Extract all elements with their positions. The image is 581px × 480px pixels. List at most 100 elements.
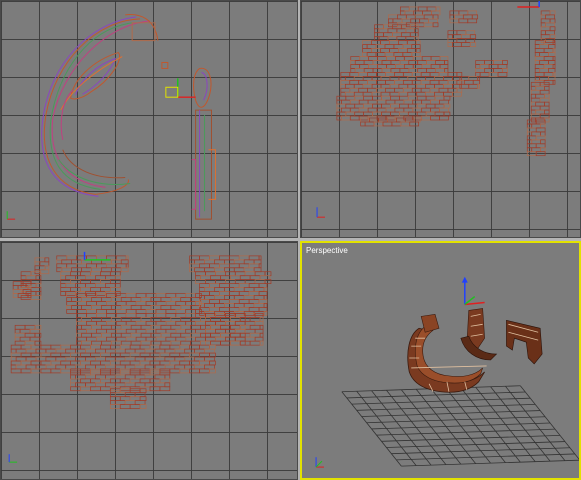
brick	[229, 340, 241, 346]
brick	[210, 275, 221, 281]
brick	[539, 68, 549, 73]
transform-gizmo-icon[interactable]	[517, 1, 540, 8]
brick	[190, 305, 201, 310]
brick	[534, 52, 541, 57]
brick	[204, 287, 215, 292]
brick	[145, 293, 157, 298]
brick	[209, 368, 216, 374]
brick	[382, 121, 393, 127]
brick	[155, 313, 167, 318]
brick	[238, 299, 250, 304]
brick	[389, 91, 400, 97]
wire-column	[191, 159, 197, 210]
brick	[85, 283, 96, 288]
brick	[215, 320, 226, 326]
brick	[539, 89, 550, 95]
brick	[109, 360, 121, 366]
brick	[389, 83, 400, 89]
brick	[425, 103, 436, 109]
brick	[160, 317, 172, 322]
brick	[159, 344, 171, 350]
transform-gizmo-icon[interactable]	[461, 276, 485, 306]
brick	[90, 271, 101, 277]
brick	[209, 283, 220, 288]
brick	[24, 340, 36, 346]
brick	[443, 103, 451, 109]
brick	[362, 48, 372, 53]
brick	[175, 328, 187, 334]
brick	[224, 287, 235, 292]
brick	[416, 103, 427, 109]
brick	[209, 344, 216, 350]
wire-curve	[58, 159, 131, 185]
brick	[61, 259, 72, 265]
brick	[540, 30, 546, 36]
brick	[402, 44, 413, 49]
brick	[91, 332, 102, 338]
brick	[185, 328, 196, 334]
brick	[349, 87, 360, 93]
brick	[399, 68, 410, 73]
brick	[96, 328, 107, 334]
brick	[70, 344, 81, 350]
brick	[263, 287, 268, 292]
viewport-left[interactable]	[0, 241, 298, 480]
brick	[204, 259, 215, 265]
brick	[180, 340, 191, 346]
brick	[60, 360, 72, 366]
brick	[204, 356, 215, 362]
brick	[164, 364, 176, 370]
brick	[70, 374, 76, 380]
brick	[224, 267, 235, 273]
brick	[170, 305, 182, 310]
brick	[429, 72, 440, 77]
brick	[552, 72, 556, 77]
brick	[199, 283, 210, 288]
brick	[435, 6, 441, 12]
brick	[25, 364, 37, 370]
brick	[29, 328, 41, 334]
brick	[414, 28, 419, 34]
brick	[228, 263, 240, 269]
brick	[175, 320, 187, 326]
brick	[263, 303, 268, 308]
brick	[475, 60, 485, 65]
brick	[144, 382, 156, 388]
brick	[140, 324, 152, 330]
brick	[530, 93, 537, 99]
brick	[229, 324, 241, 330]
brick	[34, 340, 42, 346]
brick	[526, 147, 533, 153]
brick	[460, 42, 471, 47]
brick	[444, 60, 449, 65]
transform-gizmo-icon[interactable]	[165, 78, 196, 98]
brick	[456, 30, 467, 36]
brick	[105, 283, 116, 288]
brick	[135, 301, 147, 306]
brick	[350, 60, 356, 65]
brick	[412, 56, 423, 61]
brick	[432, 14, 439, 20]
brick	[552, 48, 556, 53]
brick	[447, 30, 458, 36]
brick	[234, 320, 246, 326]
brick	[340, 87, 351, 93]
brick	[95, 382, 106, 388]
brick	[109, 404, 121, 409]
brick	[534, 60, 541, 65]
brick	[60, 275, 67, 281]
viewport-perspective[interactable]: Perspective	[300, 241, 581, 480]
viewport-top[interactable]	[0, 0, 298, 238]
brick	[535, 101, 545, 107]
brick	[40, 352, 52, 358]
brick	[35, 283, 42, 288]
brick	[249, 340, 261, 346]
brick	[398, 40, 408, 45]
brick	[76, 328, 87, 334]
brick	[336, 99, 342, 105]
brick	[101, 297, 112, 302]
brick	[345, 95, 356, 101]
brick	[534, 44, 541, 49]
brick	[179, 352, 191, 358]
viewport-front[interactable]	[300, 0, 581, 238]
